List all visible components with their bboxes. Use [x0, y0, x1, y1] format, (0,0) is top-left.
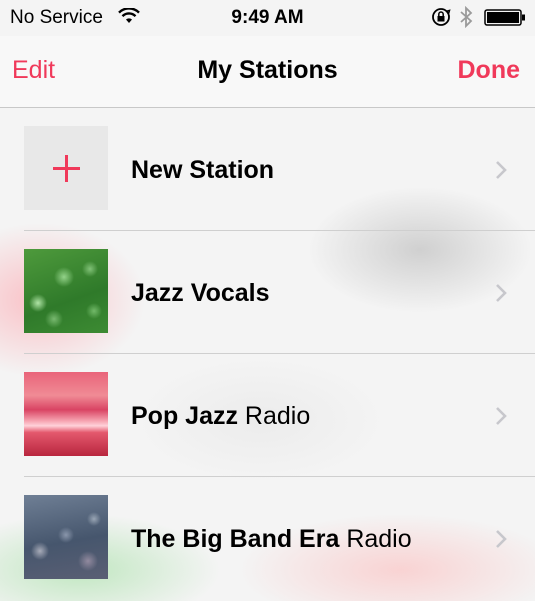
station-suffix: Radio: [339, 525, 412, 553]
chevron-right-icon: [496, 407, 507, 425]
station-label: Jazz Vocals: [131, 279, 270, 308]
bluetooth-icon: [460, 6, 473, 28]
station-name: New Station: [131, 156, 275, 184]
station-row-big-band-era[interactable]: The Big Band Era Radio: [0, 477, 535, 600]
edit-button[interactable]: Edit: [12, 56, 55, 85]
station-label: New Station: [131, 156, 274, 185]
station-artwork: [24, 495, 108, 579]
battery-icon: [484, 9, 525, 26]
rotation-lock-icon: [432, 8, 451, 26]
chevron-right-icon: [496, 284, 507, 302]
status-time: 9:49 AM: [231, 7, 304, 28]
station-name: The Big Band Era: [131, 525, 340, 553]
chevron-right-icon: [496, 530, 507, 548]
station-name: Pop Jazz: [131, 402, 238, 430]
page-title: My Stations: [197, 56, 338, 84]
status-bar: No Service 9:49 AM: [0, 0, 535, 36]
new-station-thumbnail: [24, 126, 108, 210]
station-label: The Big Band Era Radio: [131, 525, 412, 554]
station-artwork: [24, 249, 108, 333]
station-row-jazz-vocals[interactable]: Jazz Vocals: [0, 231, 535, 354]
station-suffix: Radio: [237, 402, 311, 430]
station-name: Jazz Vocals: [131, 279, 270, 307]
station-row-pop-jazz[interactable]: Pop Jazz Radio: [0, 354, 535, 477]
chevron-right-icon: [496, 161, 507, 179]
new-station-row[interactable]: New Station: [0, 108, 535, 231]
station-label: Pop Jazz Radio: [131, 402, 310, 431]
navigation-bar: Edit My Stations Done: [0, 36, 535, 108]
done-button[interactable]: Done: [458, 56, 521, 85]
station-artwork: [24, 372, 108, 456]
